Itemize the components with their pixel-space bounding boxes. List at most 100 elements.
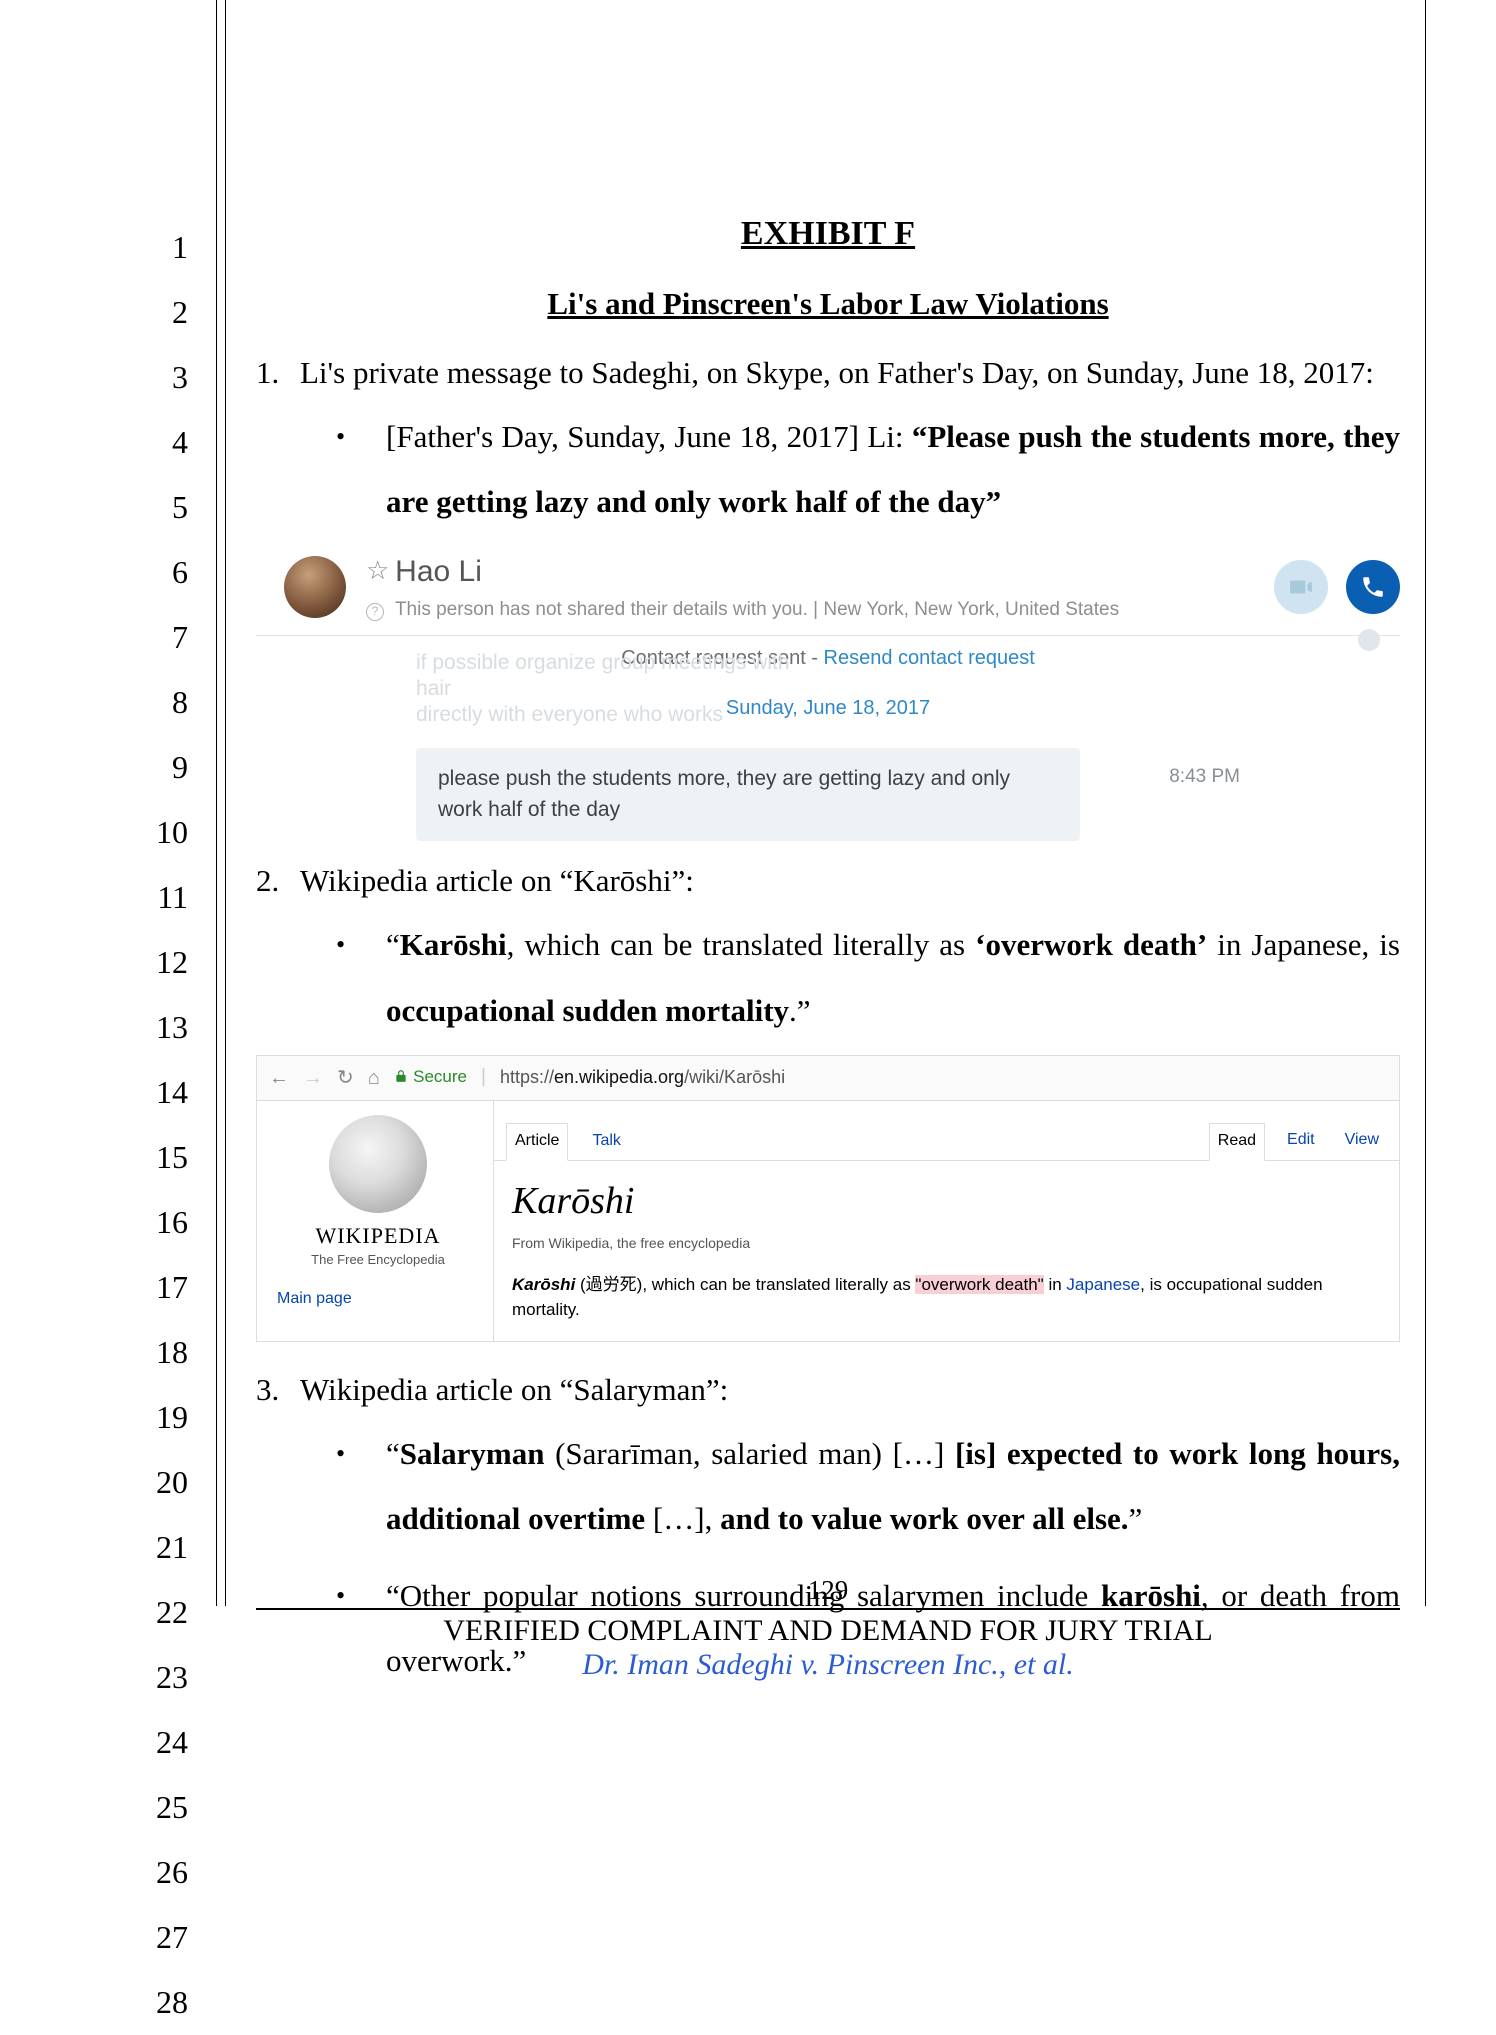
line-number: 5	[128, 475, 188, 540]
wikipedia-screenshot: WIKIPEDIA The Free Encyclopedia Main pag…	[256, 1100, 1400, 1342]
paragraph-3-bullet-1-text: “Salaryman (Sararīman, salaried man) […]…	[386, 1421, 1400, 1551]
browser-forward-icon[interactable]: →	[303, 1064, 323, 1092]
paragraph-1: 1. Li's private message to Sadeghi, on S…	[256, 351, 1400, 394]
skype-message-bubble: please push the students more, they are …	[416, 748, 1080, 841]
page-number: 129	[256, 1575, 1400, 1606]
b2-pre: “	[386, 927, 400, 962]
wp-highlight: "overwork death"	[915, 1275, 1043, 1294]
pleading-rule-left-inner	[225, 0, 226, 1606]
wikipedia-tab-read[interactable]: Read	[1209, 1123, 1265, 1161]
url-pre: https://	[500, 1067, 554, 1087]
line-number: 2	[128, 280, 188, 345]
line-number: 28	[128, 1970, 188, 2035]
wikipedia-tab-talk[interactable]: Talk	[584, 1124, 628, 1160]
line-number: 22	[128, 1580, 188, 1645]
skype-sub-location: New York, New York, United States	[823, 599, 1119, 620]
page-footer: 129 VERIFIED COMPLAINT AND DEMAND FOR JU…	[256, 1575, 1400, 1682]
line-number: 10	[128, 800, 188, 865]
lock-icon	[394, 1069, 408, 1083]
line-number: 12	[128, 930, 188, 995]
b2-post1: in Japanese, is	[1207, 927, 1400, 962]
footer-rule	[256, 1608, 1400, 1610]
paragraph-2-bullet: • “Karōshi, which can be translated lite…	[336, 912, 1400, 1042]
paragraph-1-text: Li's private message to Sadeghi, on Skyp…	[300, 351, 1374, 394]
exhibit-subtitle: Li's and Pinscreen's Labor Law Violation…	[256, 282, 1400, 325]
paragraph-3-number: 3.	[256, 1368, 284, 1411]
resend-contact-link[interactable]: Resend contact request	[824, 647, 1035, 669]
wikipedia-sidebar: WIKIPEDIA The Free Encyclopedia Main pag…	[257, 1101, 494, 1341]
wikipedia-article: Karōshi From Wikipedia, the free encyclo…	[494, 1161, 1399, 1341]
wikipedia-article-title: Karōshi	[512, 1175, 1381, 1228]
line-number: 25	[128, 1775, 188, 1840]
skype-sub-prefix: This person has not shared their details…	[395, 599, 823, 620]
audio-call-button[interactable]	[1346, 560, 1400, 614]
wp-paren: (過労死), which can be translated literally…	[575, 1275, 915, 1294]
skype-screenshot: ☆ Hao Li ? This person has not shared th…	[256, 547, 1400, 841]
b3a-end: ”	[1129, 1501, 1143, 1536]
wikipedia-main: Article Talk Read Edit View Karōshi From…	[494, 1101, 1399, 1341]
avatar	[284, 556, 346, 618]
line-number: 16	[128, 1190, 188, 1255]
line-number: 14	[128, 1060, 188, 1125]
b2-karoshi: Karōshi	[400, 927, 507, 962]
footer-title: VERIFIED COMPLAINT AND DEMAND FOR JURY T…	[256, 1614, 1400, 1648]
b2-post2: occupational sudden mortality	[386, 993, 789, 1028]
wp-in: in	[1044, 1275, 1067, 1294]
faded-history: if possible organize group meetings with…	[416, 688, 1240, 728]
b3a-mid: (Sararīman, salaried man) […]	[544, 1436, 954, 1471]
paragraph-3: 3. Wikipedia article on “Salaryman”:	[256, 1368, 1400, 1411]
phone-icon	[1360, 574, 1386, 600]
paragraph-2: 2. Wikipedia article on “Karōshi”:	[256, 859, 1400, 902]
b3a-and: and to value work over all else.	[720, 1501, 1128, 1536]
wp-japanese-link[interactable]: Japanese	[1066, 1275, 1140, 1294]
wikipedia-tab-edit[interactable]: Edit	[1279, 1123, 1323, 1160]
paragraph-3-bullet-1: • “Salaryman (Sararīman, salaried man) […	[336, 1421, 1400, 1551]
line-number: 1	[128, 215, 188, 280]
line-number: 3	[128, 345, 188, 410]
faded-line-2: directly with everyone who works	[416, 702, 816, 728]
paragraph-2-number: 2.	[256, 859, 284, 902]
wp-karoshi: Karōshi	[512, 1275, 575, 1294]
b2-quote: ‘overwork death’	[975, 927, 1207, 962]
line-number: 21	[128, 1515, 188, 1580]
bullet-prefix: [Father's Day, Sunday, June 18, 2017] Li…	[386, 419, 912, 454]
browser-secure-label: Secure	[413, 1067, 467, 1086]
b3a-pre: “	[386, 1436, 400, 1471]
url-path: /wiki/Karōshi	[684, 1067, 785, 1087]
line-number-column: 1 2 3 4 5 6 7 8 9 10 11 12 13 14 15 16 1…	[128, 215, 188, 2035]
b3a-mid2: […],	[645, 1501, 720, 1536]
skype-divider	[256, 635, 1400, 636]
faded-history-text: if possible organize group meetings with…	[416, 650, 816, 728]
line-number: 13	[128, 995, 188, 1060]
line-number: 20	[128, 1450, 188, 1515]
line-number: 24	[128, 1710, 188, 1775]
wikipedia-tab-article[interactable]: Article	[506, 1123, 568, 1161]
paragraph-3-text: Wikipedia article on “Salaryman”:	[300, 1368, 728, 1411]
skype-subline: ? This person has not shared their detai…	[366, 597, 1119, 624]
browser-back-icon[interactable]: ←	[269, 1064, 289, 1092]
paragraph-2-bullet-text: “Karōshi, which can be translated litera…	[386, 912, 1400, 1042]
browser-reload-icon[interactable]: ↻	[337, 1064, 354, 1092]
browser-home-icon[interactable]: ⌂	[368, 1064, 380, 1092]
line-number: 26	[128, 1840, 188, 1905]
wikipedia-mainpage-link[interactable]: Main page	[273, 1288, 483, 1310]
b2-end: .”	[789, 993, 811, 1028]
line-number: 17	[128, 1255, 188, 1320]
url-domain: en.wikipedia.org	[554, 1067, 684, 1087]
bullet-dot: •	[336, 1421, 356, 1551]
b2-mid: , which can be translated literally as	[507, 927, 976, 962]
wikipedia-tab-view[interactable]: View	[1337, 1123, 1387, 1160]
wikipedia-logo-text: WIKIPEDIA	[273, 1221, 483, 1252]
line-number: 4	[128, 410, 188, 475]
wikipedia-globe-icon	[329, 1115, 427, 1213]
line-number: 18	[128, 1320, 188, 1385]
video-call-button[interactable]	[1274, 560, 1328, 614]
exhibit-title: EXHIBIT F	[256, 210, 1400, 258]
skype-name-row: ☆ Hao Li	[366, 551, 1119, 593]
video-icon	[1288, 574, 1314, 600]
pleading-rule-right	[1425, 0, 1426, 1606]
line-number: 23	[128, 1645, 188, 1710]
browser-url[interactable]: https://en.wikipedia.org/wiki/Karōshi	[500, 1065, 785, 1090]
skype-header: ☆ Hao Li ? This person has not shared th…	[256, 547, 1400, 632]
bullet-dot: •	[336, 912, 356, 1042]
